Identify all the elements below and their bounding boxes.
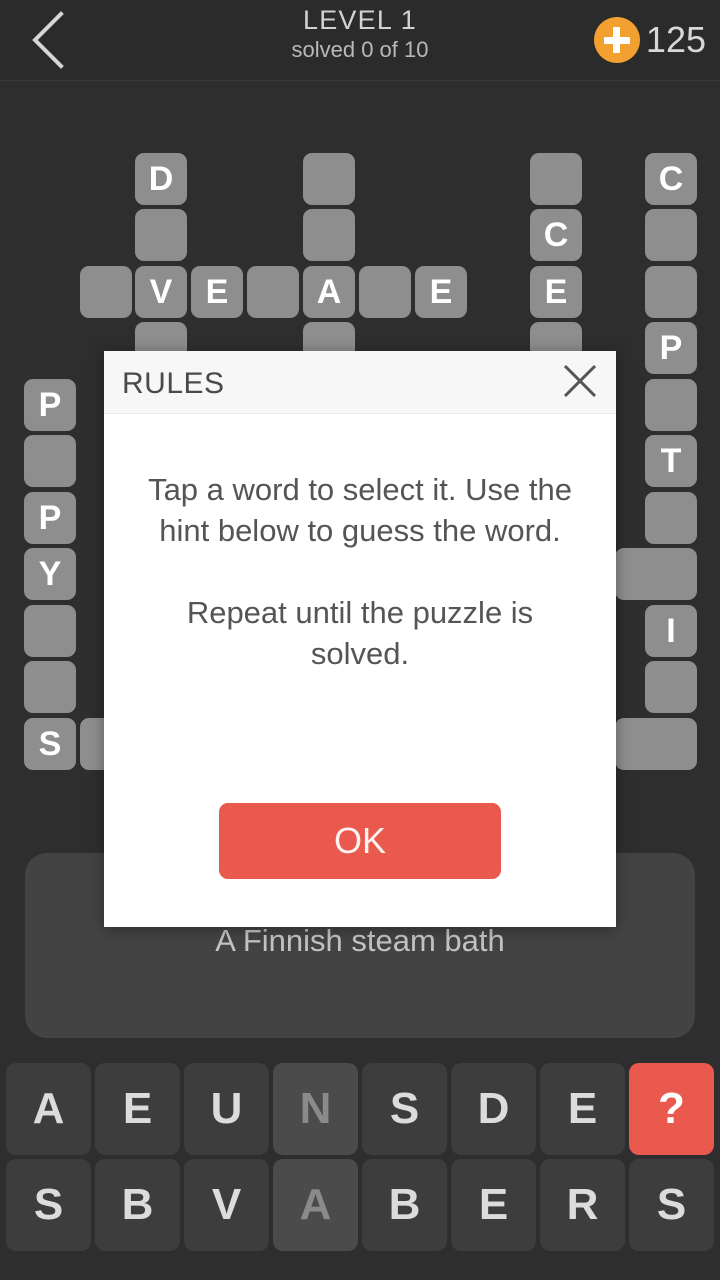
hint-key[interactable]: ? [629, 1063, 714, 1155]
crossword-cell[interactable] [80, 266, 132, 318]
crossword-cell[interactable]: E [191, 266, 243, 318]
crossword-cell[interactable]: C [645, 153, 697, 205]
letter-key[interactable]: V [184, 1159, 269, 1251]
crossword-cell[interactable]: C [530, 209, 582, 261]
crossword-cell[interactable]: V [135, 266, 187, 318]
crossword-cell[interactable] [24, 605, 76, 657]
rules-dialog-header: RULES [104, 351, 616, 414]
letter-key[interactable]: E [451, 1159, 536, 1251]
letter-key[interactable]: B [95, 1159, 180, 1251]
crossword-cell[interactable] [135, 209, 187, 261]
app-header: LEVEL 1 solved 0 of 10 125 [0, 0, 720, 81]
letter-key[interactable]: S [362, 1063, 447, 1155]
header-title-block: LEVEL 1 solved 0 of 10 [160, 4, 560, 64]
letter-key[interactable]: E [540, 1063, 625, 1155]
crossword-cell[interactable] [359, 266, 411, 318]
page-title: LEVEL 1 [303, 5, 417, 35]
keyboard-row: A E U N S D E? [0, 1063, 720, 1155]
crossword-cell[interactable]: E [530, 266, 582, 318]
rules-paragraph: Tap a word to select it. Use the hint be… [148, 472, 572, 548]
crossword-cell[interactable] [645, 661, 697, 713]
close-button[interactable] [554, 357, 606, 409]
level-progress-text: solved 0 of 10 [291, 37, 429, 62]
plus-coin-icon [593, 17, 640, 63]
crossword-cell[interactable]: P [24, 492, 76, 544]
letter-key[interactable]: A [6, 1063, 91, 1155]
crossword-cell[interactable]: E [415, 266, 467, 318]
back-chevron-icon [27, 10, 69, 70]
crossword-cell[interactable]: A [303, 266, 355, 318]
rules-dialog: RULES Tap a word to select it. Use the h… [104, 351, 616, 927]
letter-key[interactable]: A [273, 1159, 358, 1251]
rules-dialog-title: RULES [122, 367, 225, 400]
letter-key[interactable]: R [540, 1159, 625, 1251]
crossword-cell[interactable]: S [24, 718, 76, 770]
letter-key[interactable]: S [6, 1159, 91, 1251]
crossword-cell[interactable]: P [24, 379, 76, 431]
crossword-cell[interactable]: Y [24, 548, 76, 600]
letter-key[interactable]: S [629, 1159, 714, 1251]
ok-button[interactable]: OK [219, 803, 501, 879]
close-x-icon [560, 361, 600, 406]
letter-key[interactable]: E [95, 1063, 180, 1155]
rules-dialog-body: Tap a word to select it. Use the hint be… [136, 469, 584, 674]
crossword-cell[interactable]: I [645, 605, 697, 657]
crossword-cell[interactable] [645, 209, 697, 261]
crossword-cell[interactable] [530, 153, 582, 205]
letter-key[interactable]: D [451, 1063, 536, 1155]
letter-key[interactable]: U [184, 1063, 269, 1155]
crossword-cell[interactable]: T [645, 435, 697, 487]
crossword-cell[interactable]: P [645, 322, 697, 374]
crossword-cell[interactable] [645, 266, 697, 318]
letter-keyboard: A E U N S D E? S B V A B E R S [0, 1063, 720, 1255]
hint-text: A Finnish steam bath [215, 923, 505, 958]
crossword-cell[interactable] [645, 492, 697, 544]
crossword-cell[interactable]: D [135, 153, 187, 205]
crossword-cell[interactable] [645, 718, 697, 770]
letter-key[interactable]: N [273, 1063, 358, 1155]
crossword-cell[interactable] [303, 153, 355, 205]
crossword-cell[interactable] [303, 209, 355, 261]
crossword-cell[interactable] [645, 379, 697, 431]
rules-paragraph: Repeat until the puzzle is solved. [186, 595, 534, 671]
crossword-cell[interactable] [24, 661, 76, 713]
crossword-cell[interactable] [24, 435, 76, 487]
coin-count: 125 [645, 19, 706, 60]
keyboard-row: SBVABERS [0, 1159, 720, 1251]
coin-balance-button[interactable]: 125 [593, 0, 706, 80]
crossword-cell[interactable] [645, 548, 697, 600]
letter-key[interactable]: B [362, 1159, 447, 1251]
crossword-cell[interactable] [247, 266, 299, 318]
back-button[interactable] [8, 0, 88, 80]
